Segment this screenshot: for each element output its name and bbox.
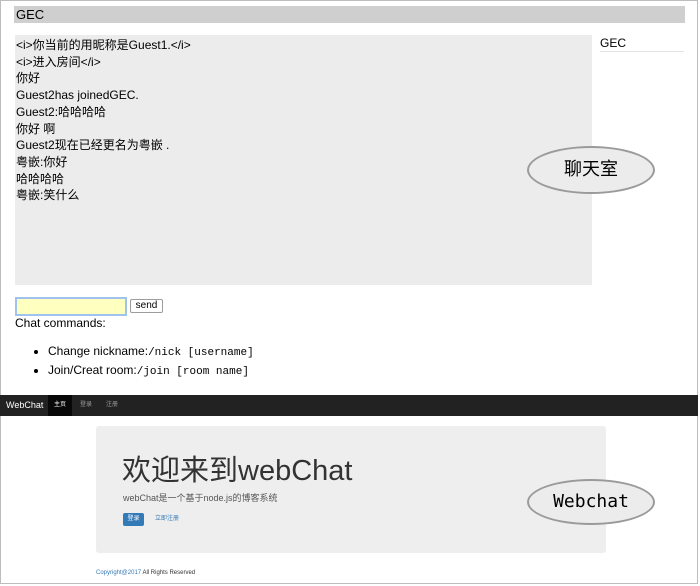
chat-room-callout: 聊天室 [527, 146, 655, 194]
room-name: GEC [16, 7, 45, 22]
commands-title: Chat commands: [15, 316, 106, 330]
welcome-subtitle: webChat是一个基于node.js的博客系统 [123, 493, 278, 503]
nav-item-home[interactable]: 主页 [48, 395, 72, 416]
welcome-heading: 欢迎来到webChat [122, 455, 353, 487]
webchat-callout: Webchat [527, 479, 655, 525]
room-list-item[interactable]: GEC [600, 36, 684, 52]
register-link[interactable]: 立即注册 [155, 513, 179, 526]
message-input[interactable] [15, 297, 127, 316]
message-line: 粤嵌:笑什么 [16, 188, 80, 203]
login-button[interactable]: 登录 [123, 513, 144, 526]
message-line: Guest2has joinedGEC. [16, 88, 139, 103]
send-button[interactable]: send [130, 299, 163, 313]
nav-item-login[interactable]: 登录 [80, 395, 92, 416]
message-line: Guest2:哈哈哈哈 [16, 104, 107, 119]
nav-item-register[interactable]: 注册 [106, 395, 118, 416]
message-line: 哈哈哈哈 [16, 171, 65, 186]
command-item: Join/Creat room:/join [room name] [48, 362, 254, 381]
copyright-link[interactable]: Copyright@2017 [96, 570, 141, 576]
navbar-brand[interactable]: WebChat [6, 395, 43, 416]
navbar: WebChat 主页 登录 注册 [0, 395, 698, 416]
message-line: <i>进入房间</i> [16, 54, 101, 69]
message-list: <i>你当前的用昵称是Guest1.</i> <i>进入房间</i> 你好 Gu… [15, 37, 191, 204]
message-line: <i>你当前的用昵称是Guest1.</i> [16, 38, 191, 52]
message-line: Guest2现在已经更名为粤嵌 . [16, 138, 170, 153]
footer: Copyright@2017 All Rights Reserved [96, 569, 195, 577]
message-line: 粤嵌:你好 [16, 154, 68, 169]
room-header: GEC [14, 6, 685, 23]
message-panel: <i>你当前的用昵称是Guest1.</i> <i>进入房间</i> 你好 Gu… [15, 35, 592, 285]
command-code: /join [room name] [136, 366, 249, 378]
command-item: Change nickname:/nick [username] [48, 343, 254, 362]
command-code: /nick [username] [148, 347, 254, 359]
command-label: Join/Creat room: [48, 363, 137, 377]
rights-text: All Rights Reserved [141, 570, 196, 576]
commands-list: Change nickname:/nick [username] Join/Cr… [34, 343, 254, 381]
command-label: Change nickname: [48, 344, 149, 358]
message-line: 你好 啊 [16, 121, 56, 136]
message-line: 你好 [16, 71, 41, 86]
welcome-jumbotron: 欢迎来到webChat webChat是一个基于node.js的博客系统 登录 … [96, 426, 606, 553]
